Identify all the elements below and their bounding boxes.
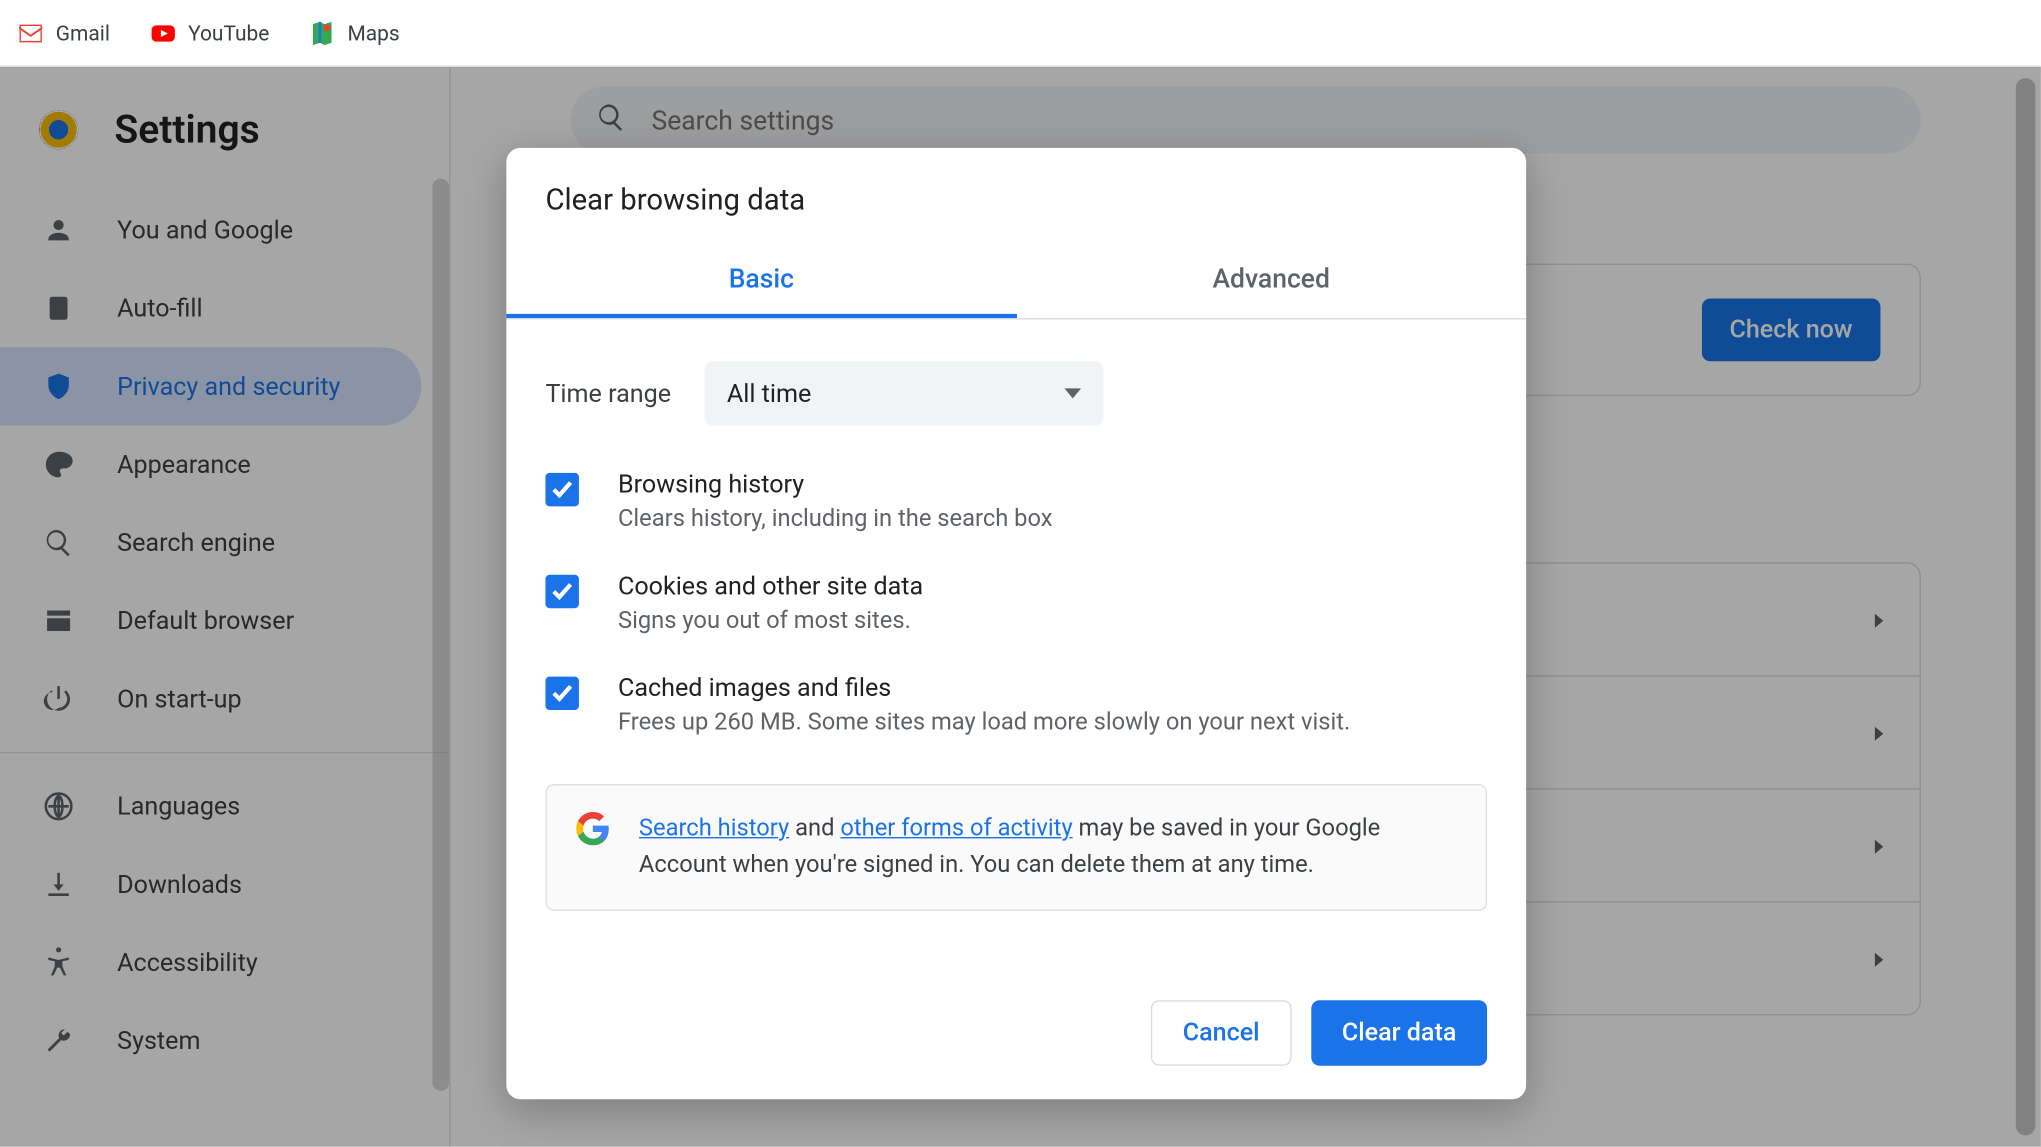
check-sub: Frees up 260 MB. Some sites may load mor…	[618, 709, 1350, 737]
checkbox-cookies[interactable]	[545, 575, 578, 608]
bookmark-label: Gmail	[56, 20, 110, 45]
check-sub: Clears history, including in the search …	[618, 505, 1053, 533]
clear-data-button[interactable]: Clear data	[1311, 1000, 1487, 1066]
chevron-down-icon	[1064, 379, 1081, 408]
time-range-select[interactable]: All time	[705, 361, 1104, 425]
check-row-cache[interactable]: Cached images and files Frees up 260 MB.…	[506, 654, 1526, 756]
bookmarks-bar: Gmail YouTube Maps	[0, 0, 2041, 67]
checkbox-cache[interactable]	[545, 677, 578, 710]
link-search-history[interactable]: Search history	[639, 815, 789, 843]
check-row-browsing-history[interactable]: Browsing history Clears history, includi…	[506, 451, 1526, 553]
check-title: Cookies and other site data	[618, 572, 923, 601]
checkbox-browsing-history[interactable]	[545, 473, 578, 506]
maps-icon	[308, 19, 336, 47]
tab-basic[interactable]: Basic	[506, 243, 1016, 318]
check-title: Cached images and files	[618, 674, 1350, 703]
dialog-tabs: Basic Advanced	[506, 243, 1526, 320]
time-range-value: All time	[727, 379, 811, 408]
link-other-activity[interactable]: other forms of activity	[840, 815, 1072, 843]
youtube-icon	[149, 19, 177, 47]
cancel-button[interactable]: Cancel	[1151, 1000, 1292, 1066]
time-range-label: Time range	[545, 379, 671, 408]
check-sub: Signs you out of most sites.	[618, 607, 923, 635]
info-text: Search history and other forms of activi…	[639, 810, 1458, 883]
check-row-cookies[interactable]: Cookies and other site data Signs you ou…	[506, 552, 1526, 654]
bookmark-label: Maps	[347, 20, 399, 45]
bookmark-gmail[interactable]: Gmail	[17, 19, 110, 47]
bookmark-youtube[interactable]: YouTube	[149, 19, 269, 47]
gmail-icon	[17, 19, 45, 47]
tab-advanced[interactable]: Advanced	[1016, 243, 1526, 318]
dialog-title: Clear browsing data	[506, 148, 1526, 243]
clear-browsing-data-dialog: Clear browsing data Basic Advanced Time …	[506, 148, 1526, 1099]
google-icon	[575, 810, 611, 846]
bookmark-maps[interactable]: Maps	[308, 19, 399, 47]
check-title: Browsing history	[618, 470, 1053, 499]
info-box: Search history and other forms of activi…	[545, 784, 1487, 911]
bookmark-label: YouTube	[188, 20, 269, 45]
